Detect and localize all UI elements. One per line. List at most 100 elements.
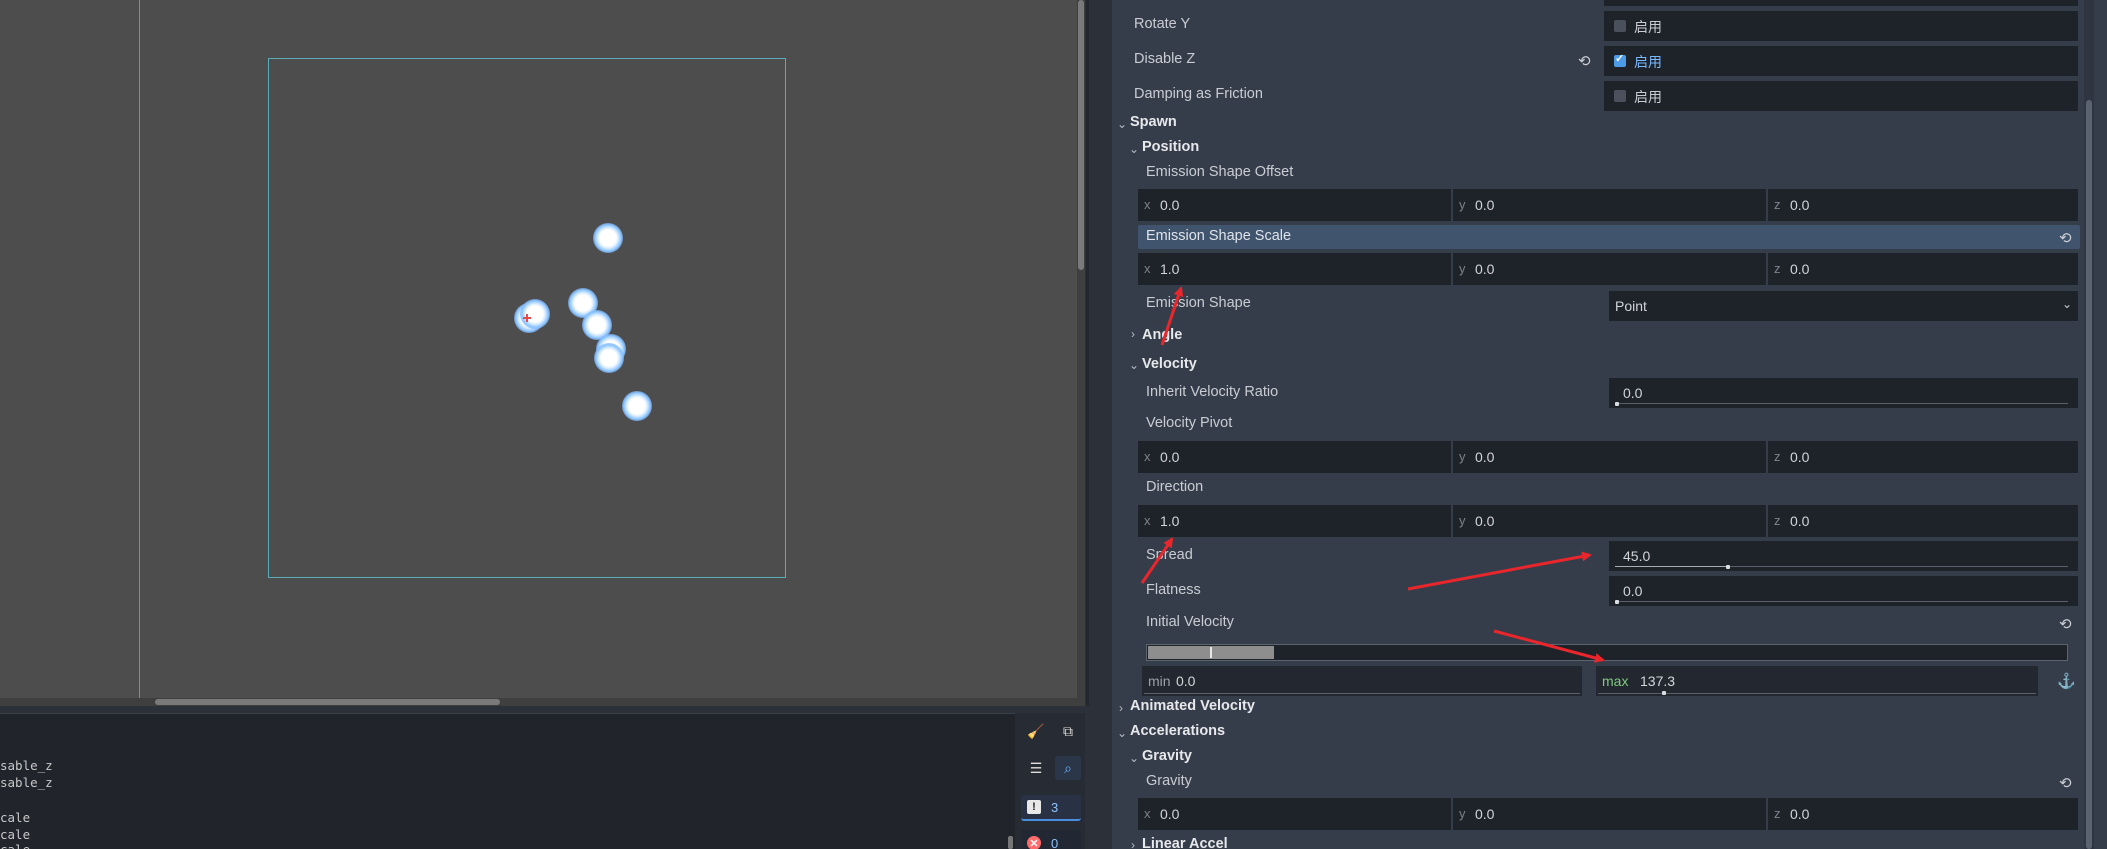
chevron-right-icon[interactable]: › xyxy=(1131,838,1135,849)
inherit-velocity-ratio-field[interactable]: 0.0 xyxy=(1609,378,2078,408)
emission-shape-offset-z-field[interactable]: z 0.0 xyxy=(1768,189,2078,221)
reset-icon[interactable]: ⟲ xyxy=(2059,229,2072,247)
horizontal-splitter[interactable] xyxy=(0,706,1085,713)
gravity-z-field[interactable]: z 0.0 xyxy=(1768,798,2078,830)
output-line: cale xyxy=(0,842,30,849)
emission-shape-scale-z-field[interactable]: z 0.0 xyxy=(1768,253,2078,285)
inspector-panel xyxy=(1112,0,2107,849)
scene-viewport[interactable] xyxy=(0,0,1085,706)
errors-filter-button[interactable]: ✕ 0 xyxy=(1021,830,1081,849)
copy-icon[interactable]: ⧉ xyxy=(1055,719,1081,743)
emission-shape-offset-x-value: 0.0 xyxy=(1160,197,1180,213)
rotate-y-field[interactable]: 启用 xyxy=(1604,11,2078,41)
emission-shape-label: Emission Shape xyxy=(1146,295,1251,311)
reset-icon[interactable]: ⟲ xyxy=(2059,774,2072,792)
reset-icon[interactable]: ⟲ xyxy=(2059,615,2072,633)
reset-icon[interactable]: ⟲ xyxy=(1578,52,1591,70)
emission-shape-offset-y-field[interactable]: y 0.0 xyxy=(1453,189,1766,221)
disable-z-label: Disable Z xyxy=(1134,51,1196,67)
initial-velocity-min-field[interactable]: min 0.0 xyxy=(1142,666,1582,696)
search-icon[interactable]: ⌕ xyxy=(1055,756,1081,780)
emission-shape-scale-z-value: 0.0 xyxy=(1790,261,1810,277)
animated-velocity-section-header[interactable]: Animated Velocity xyxy=(1130,698,1255,714)
initial-velocity-range-marker[interactable] xyxy=(1210,647,1212,658)
axis-z-label: z xyxy=(1774,261,1781,276)
rotate-y-checkbox[interactable] xyxy=(1614,20,1626,32)
initial-velocity-max-field[interactable]: max 137.3 xyxy=(1596,666,2038,696)
velocity-pivot-y-field[interactable]: y 0.0 xyxy=(1453,441,1766,473)
output-line: cale xyxy=(0,827,31,842)
chevron-down-icon[interactable]: ⌄ xyxy=(1129,142,1139,156)
axis-x-label: x xyxy=(1144,806,1151,821)
initial-velocity-range-slider[interactable] xyxy=(1146,644,2068,661)
chevron-down-icon[interactable]: ⌄ xyxy=(1117,117,1127,131)
gravity-vector: x 0.0 y 0.0 z 0.0 xyxy=(1138,798,2078,830)
slider-knob[interactable] xyxy=(1662,691,1666,695)
clipped-property-field[interactable] xyxy=(1604,0,2078,6)
axis-x-label: x xyxy=(1144,513,1151,528)
broom-icon[interactable]: 🧹 xyxy=(1023,719,1049,743)
anchor-icon[interactable]: ⚓ xyxy=(2057,672,2076,690)
emission-shape-offset-x-field[interactable]: x 0.0 xyxy=(1138,189,1451,221)
spawn-section-header[interactable]: Spawn xyxy=(1130,114,1177,130)
direction-z-field[interactable]: z 0.0 xyxy=(1768,505,2078,537)
emission-shape-dropdown[interactable]: Point ⌄ xyxy=(1609,291,2078,321)
axis-z-label: z xyxy=(1774,449,1781,464)
viewport-vertical-scroll-thumb[interactable] xyxy=(1078,0,1084,270)
inherit-velocity-ratio-value: 0.0 xyxy=(1623,385,1643,401)
position-group-header[interactable]: Position xyxy=(1142,139,1199,155)
flatness-field[interactable]: 0.0 xyxy=(1609,576,2078,606)
output-line: cale xyxy=(0,810,31,825)
slider-knob[interactable] xyxy=(1615,600,1619,604)
collapse-icon[interactable]: ☰ xyxy=(1023,756,1049,780)
slider-track xyxy=(1615,601,2068,602)
gravity-group-header[interactable]: Gravity xyxy=(1142,748,1192,764)
direction-x-field[interactable]: x 1.0 xyxy=(1138,505,1451,537)
viewport-vertical-scrollbar[interactable] xyxy=(1077,0,1085,706)
chevron-down-icon: ⌄ xyxy=(2061,297,2072,311)
inspector-scroll-thumb[interactable] xyxy=(2086,100,2092,849)
velocity-pivot-x-field[interactable]: x 0.0 xyxy=(1138,441,1451,473)
chevron-right-icon[interactable]: › xyxy=(1119,701,1123,715)
slider-knob[interactable] xyxy=(1615,402,1619,406)
emission-shape-scale-y-field[interactable]: y 0.0 xyxy=(1453,253,1766,285)
slider-knob[interactable] xyxy=(1726,565,1730,569)
chevron-down-icon[interactable]: ⌄ xyxy=(1129,358,1139,372)
emission-shape-value: Point xyxy=(1615,298,1647,314)
disable-z-field[interactable]: 启用 xyxy=(1604,46,2078,76)
damping-as-friction-checkbox[interactable] xyxy=(1614,90,1626,102)
error-icon: ✕ xyxy=(1027,836,1041,849)
velocity-group-header[interactable]: Velocity xyxy=(1142,356,1197,372)
direction-y-value: 0.0 xyxy=(1475,513,1495,529)
accelerations-section-header[interactable]: Accelerations xyxy=(1130,723,1225,739)
velocity-pivot-z-field[interactable]: z 0.0 xyxy=(1768,441,2078,473)
rotate-y-label: Rotate Y xyxy=(1134,16,1191,32)
emission-shape-offset-z-value: 0.0 xyxy=(1790,197,1810,213)
damping-as-friction-field[interactable]: 启用 xyxy=(1604,81,2078,111)
vertical-splitter[interactable] xyxy=(1085,0,1112,849)
viewport-horizontal-scroll-thumb[interactable] xyxy=(155,699,500,705)
chevron-down-icon[interactable]: ⌄ xyxy=(1117,726,1127,740)
gravity-y-field[interactable]: y 0.0 xyxy=(1453,798,1766,830)
warnings-filter-button[interactable]: ! 3 xyxy=(1021,795,1081,821)
disable-z-checkbox[interactable] xyxy=(1614,52,1626,67)
chevron-right-icon[interactable]: › xyxy=(1131,327,1135,341)
inspector-scrollbar[interactable] xyxy=(2084,0,2094,849)
gravity-x-field[interactable]: x 0.0 xyxy=(1138,798,1451,830)
particle xyxy=(594,343,624,373)
damping-as-friction-label: Damping as Friction xyxy=(1134,86,1263,102)
linear-accel-group-header[interactable]: Linear Accel xyxy=(1142,836,1228,849)
viewport-horizontal-scrollbar[interactable] xyxy=(0,698,1085,706)
axis-z-label: z xyxy=(1774,197,1781,212)
emission-shape-scale-x-field[interactable]: x 1.0 xyxy=(1138,253,1451,285)
axis-y-label: y xyxy=(1459,513,1466,528)
direction-y-field[interactable]: y 0.0 xyxy=(1453,505,1766,537)
output-scrollbar[interactable] xyxy=(1008,836,1013,849)
editor-window: sable_z sable_z cale cale cale 🧹 ⧉ ☰ ⌕ !… xyxy=(0,0,2107,849)
chevron-down-icon[interactable]: ⌄ xyxy=(1129,751,1139,765)
angle-group-header[interactable]: Angle xyxy=(1142,327,1182,343)
axis-x-label: x xyxy=(1144,449,1151,464)
direction-x-value: 1.0 xyxy=(1160,513,1180,529)
slider-track xyxy=(1144,693,1580,694)
spread-field[interactable]: 45.0 xyxy=(1609,541,2078,571)
